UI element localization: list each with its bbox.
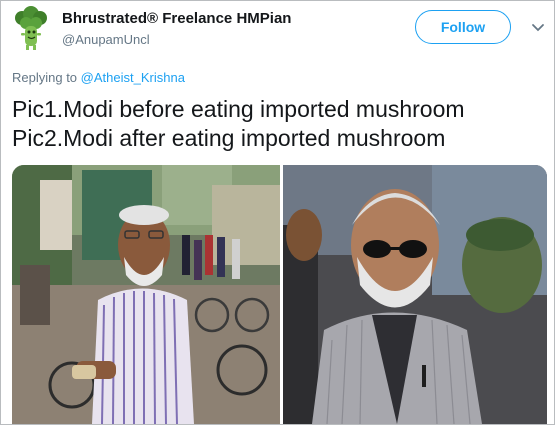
replying-to-label: Replying to [12,70,78,85]
photo-after[interactable] [283,165,547,424]
tweet-text: Pic1.Modi before eating imported mushroo… [12,95,465,153]
tweet-media[interactable] [12,165,547,424]
reply-mention-link[interactable]: @Atheist_Krishna [81,70,185,85]
tweet-card: Bhrustrated® Freelance HMPian @AnupamUnc… [0,0,555,425]
author-handle[interactable]: @AnupamUncl [62,32,150,47]
tweet-text-line-2: Pic2.Modi after eating imported mushroom [12,125,446,151]
replying-to: Replying to @Atheist_Krishna [12,70,185,85]
author-display-name[interactable]: Bhrustrated® Freelance HMPian [62,10,291,27]
photo-before[interactable] [12,165,280,424]
tweet-text-line-1: Pic1.Modi before eating imported mushroo… [12,96,465,122]
follow-button[interactable]: Follow [415,10,511,44]
chevron-down-icon[interactable] [531,20,545,32]
broccoli-avatar-icon[interactable] [12,6,50,50]
